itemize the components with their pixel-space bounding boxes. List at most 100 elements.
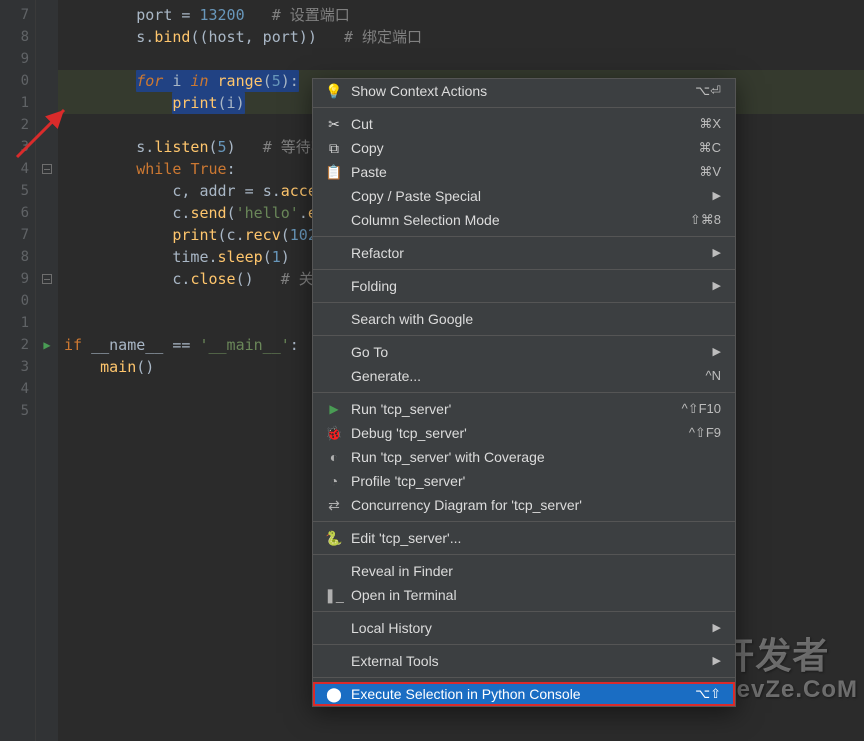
menu-item[interactable]: 🐍 Edit 'tcp_server'... [313, 526, 735, 550]
gutter-slot [36, 48, 58, 70]
menu-item-label: Run 'tcp_server' with Coverage [351, 445, 721, 469]
python-icon: 🐍 [325, 526, 342, 550]
gutter-slot [36, 378, 58, 400]
fold-icon[interactable] [42, 164, 52, 174]
line-number: 7 [0, 224, 35, 246]
menu-item-label: Search with Google [351, 307, 721, 331]
line-number: 2 [0, 114, 35, 136]
menu-item-label: Cut [351, 112, 699, 136]
menu-item-label: Local History [351, 616, 713, 640]
menu-item[interactable]: ❚_Open in Terminal [313, 583, 735, 607]
menu-separator [313, 392, 735, 393]
line-number: 1 [0, 312, 35, 334]
menu-item[interactable]: Local History▶ [313, 616, 735, 640]
submenu-arrow-icon: ▶ [713, 241, 721, 265]
menu-separator [313, 236, 735, 237]
menu-item[interactable]: 📋Paste⌘V [313, 160, 735, 184]
menu-item[interactable]: ◐Run 'tcp_server' with Coverage [313, 445, 735, 469]
debug-icon: 🐞 [325, 421, 342, 445]
menu-item[interactable]: ⧉Copy⌘C [313, 136, 735, 160]
menu-item[interactable]: Generate...^N [313, 364, 735, 388]
gutter-slot [36, 312, 58, 334]
menu-item-label: Folding [351, 274, 713, 298]
menu-separator [313, 644, 735, 645]
menu-item-label: Copy [351, 136, 699, 160]
menu-shortcut: ⌥⏎ [695, 79, 721, 103]
line-number: 4 [0, 378, 35, 400]
menu-item[interactable]: Folding▶ [313, 274, 735, 298]
gutter-slot [36, 400, 58, 422]
line-number: 4 [0, 158, 35, 180]
line-number: 5 [0, 180, 35, 202]
run-gutter[interactable]: ▶ [36, 0, 58, 741]
menu-separator [313, 302, 735, 303]
gutter-slot [36, 4, 58, 26]
menu-item[interactable]: Reveal in Finder [313, 559, 735, 583]
menu-shortcut: ⌘C [699, 136, 721, 160]
menu-item[interactable]: ⬤Execute Selection in Python Console⌥⇧ [313, 682, 735, 706]
menu-shortcut: ^N [706, 364, 722, 388]
menu-item-label: Open in Terminal [351, 583, 721, 607]
gutter-slot [36, 180, 58, 202]
menu-item-label: Concurrency Diagram for 'tcp_server' [351, 493, 721, 517]
menu-item-label: Show Context Actions [351, 79, 695, 103]
menu-item[interactable]: ◔ Profile 'tcp_server' [313, 469, 735, 493]
gutter-slot [36, 70, 58, 92]
menu-item[interactable]: ✂ Cut⌘X [313, 112, 735, 136]
menu-item[interactable]: External Tools▶ [313, 649, 735, 673]
code-line[interactable] [58, 48, 864, 70]
context-menu[interactable]: 💡 Show Context Actions⌥⏎ ✂ Cut⌘X⧉Copy⌘C📋Pas… [312, 78, 736, 707]
gutter-slot [36, 356, 58, 378]
menu-shortcut: ⌘X [699, 112, 721, 136]
menu-separator [313, 521, 735, 522]
fold-icon[interactable] [42, 274, 52, 284]
menu-separator [313, 269, 735, 270]
gutter-slot [36, 92, 58, 114]
line-number: 5 [0, 400, 35, 422]
code-line[interactable]: s.bind((host, port)) # 绑定端口 [58, 26, 864, 48]
menu-shortcut: ^⇧F10 [682, 397, 721, 421]
menu-item-label: Go To [351, 340, 713, 364]
bulb-icon: 💡 [325, 79, 342, 103]
line-number: 9 [0, 268, 35, 290]
line-number: 0 [0, 290, 35, 312]
menu-item-label: Profile 'tcp_server' [351, 469, 721, 493]
gutter-slot [36, 246, 58, 268]
run-icon: ▶ [329, 397, 338, 421]
gutter-slot [36, 224, 58, 246]
menu-item-label: Edit 'tcp_server'... [351, 526, 721, 550]
menu-item-label: Execute Selection in Python Console [351, 682, 695, 706]
line-number: 3 [0, 356, 35, 378]
menu-item-label: Column Selection Mode [351, 208, 690, 232]
gutter-slot [36, 136, 58, 158]
cut-icon: ✂ [328, 112, 340, 136]
code-line[interactable]: port = 13200 # 设置端口 [58, 4, 864, 26]
menu-item[interactable]: Refactor▶ [313, 241, 735, 265]
line-number: 1 [0, 92, 35, 114]
line-number-gutter: 7890123456789012345 [0, 0, 36, 741]
menu-item[interactable]: Column Selection Mode⇧⌘8 [313, 208, 735, 232]
menu-item[interactable]: 🐞Debug 'tcp_server'^⇧F9 [313, 421, 735, 445]
menu-shortcut: ⌘V [699, 160, 721, 184]
menu-separator [313, 554, 735, 555]
submenu-arrow-icon: ▶ [713, 616, 721, 640]
menu-item-label: Refactor [351, 241, 713, 265]
menu-item[interactable]: Go To▶ [313, 340, 735, 364]
line-number: 0 [0, 70, 35, 92]
menu-item[interactable]: Search with Google [313, 307, 735, 331]
line-number: 3 [0, 136, 35, 158]
menu-item[interactable]: ⇄Concurrency Diagram for 'tcp_server' [313, 493, 735, 517]
gutter-slot [36, 114, 58, 136]
gutter-slot [36, 268, 58, 290]
menu-item[interactable]: ▶Run 'tcp_server'^⇧F10 [313, 397, 735, 421]
menu-shortcut: ^⇧F9 [689, 421, 721, 445]
line-number: 6 [0, 202, 35, 224]
menu-separator [313, 611, 735, 612]
submenu-arrow-icon: ▶ [713, 274, 721, 298]
line-number: 8 [0, 26, 35, 48]
menu-shortcut: ⌥⇧ [695, 682, 721, 706]
menu-item[interactable]: Copy / Paste Special▶ [313, 184, 735, 208]
profile-icon: ◔ [330, 469, 338, 493]
menu-item[interactable]: 💡 Show Context Actions⌥⏎ [313, 79, 735, 103]
run-line-icon[interactable]: ▶ [43, 338, 50, 352]
